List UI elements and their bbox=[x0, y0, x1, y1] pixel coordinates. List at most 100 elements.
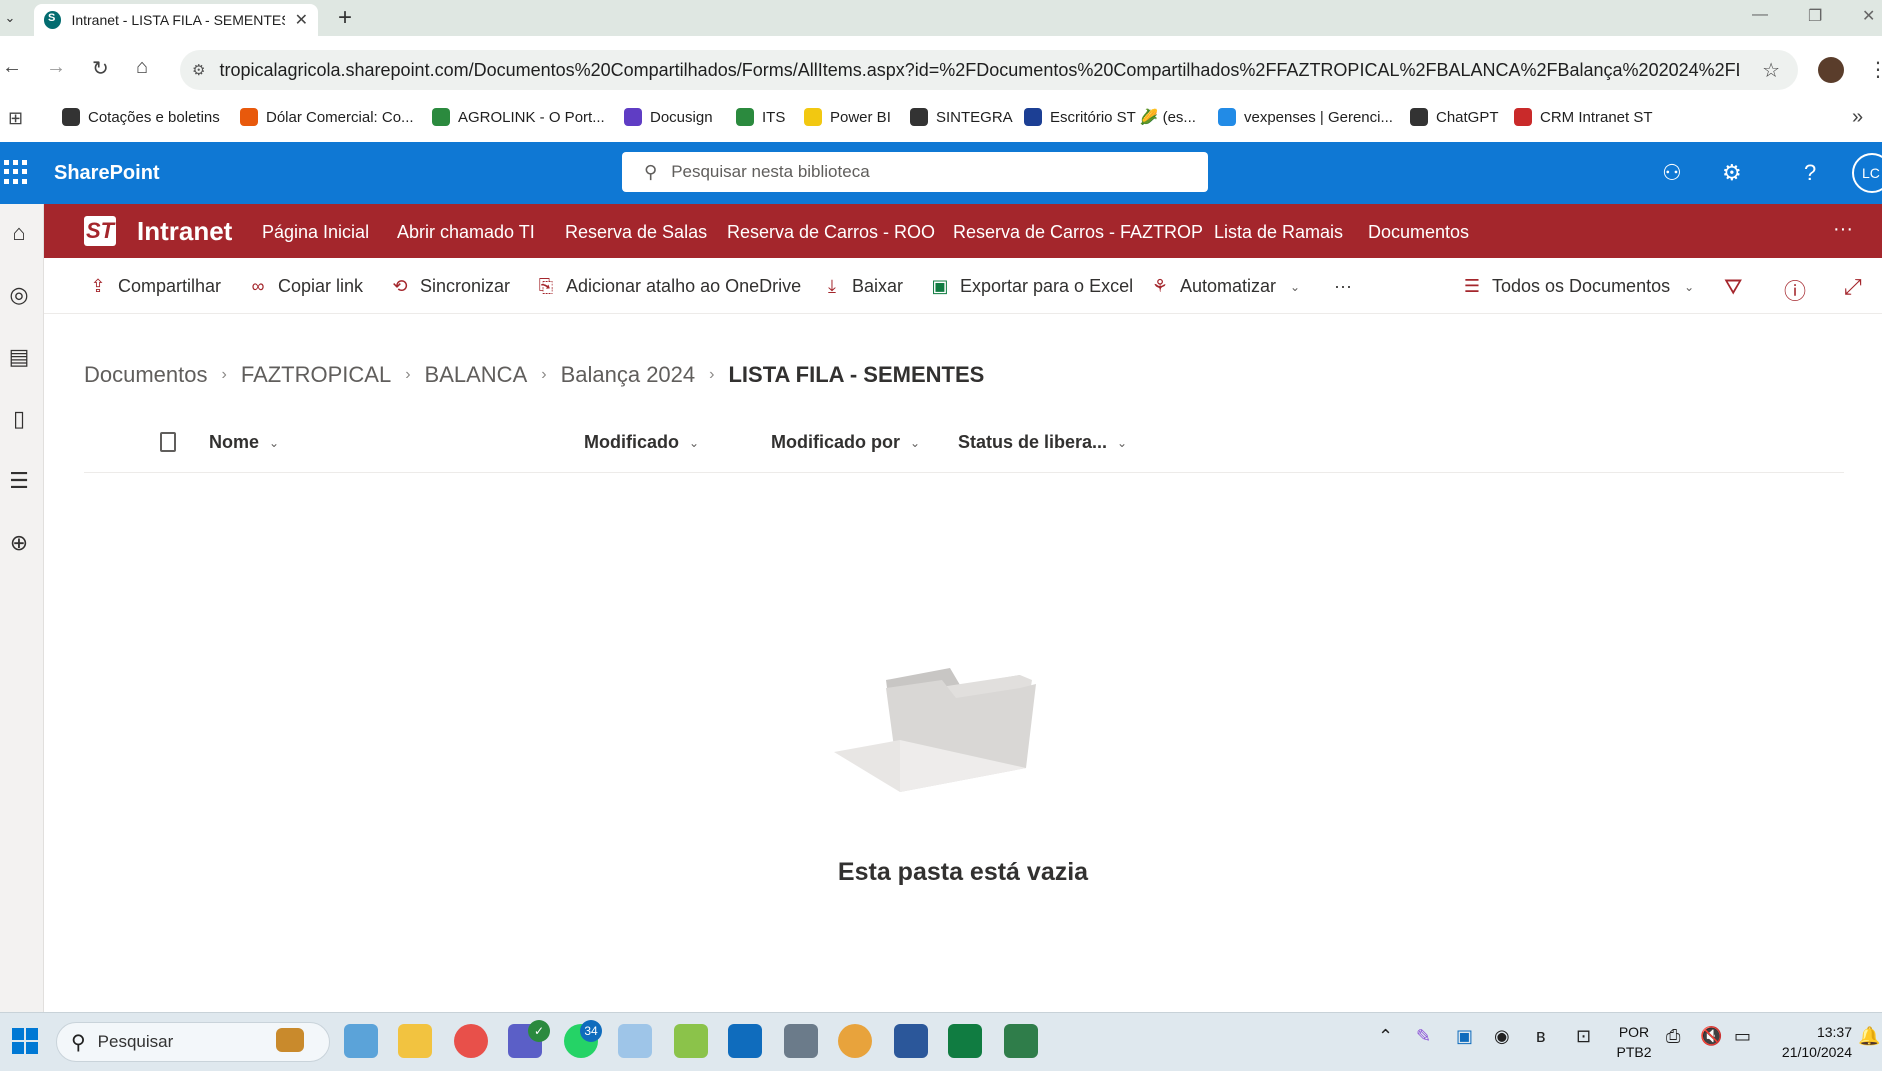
app-name[interactable]: SharePoint bbox=[54, 162, 160, 185]
hub-link-reserva-salas[interactable]: Reserva de Salas bbox=[565, 222, 707, 243]
automate-button[interactable]: ⚘ Automatizar ⌄ bbox=[1150, 276, 1300, 297]
excel-taskbar-icon[interactable] bbox=[948, 1024, 982, 1058]
breadcrumb-item[interactable]: Balança 2024 bbox=[561, 362, 696, 388]
info-icon[interactable]: ⓘ bbox=[1784, 274, 1806, 306]
hub-link-reserva-carros-roo[interactable]: Reserva de Carros - ROO bbox=[727, 222, 935, 243]
volume-muted-icon[interactable]: 🔇 bbox=[1700, 1026, 1722, 1047]
bookmark-item[interactable]: Escritório ST 🌽 (es... bbox=[1024, 108, 1196, 126]
widgets-icon[interactable] bbox=[344, 1024, 378, 1058]
tab-search-chevron-icon[interactable]: ⌄ bbox=[0, 8, 20, 28]
breadcrumb-item[interactable]: FAZTROPICAL bbox=[241, 362, 391, 388]
url-field[interactable]: ⚙ tropicalagricola.sharepoint.com/Docume… bbox=[180, 50, 1798, 90]
app-launcher-icon[interactable] bbox=[4, 160, 28, 184]
bookmark-item[interactable]: SINTEGRA bbox=[910, 108, 1013, 126]
camera-icon[interactable]: ◉ bbox=[1494, 1026, 1510, 1047]
site-info-icon[interactable]: ⚙ bbox=[192, 61, 205, 79]
bookmark-item[interactable]: Power BI bbox=[804, 108, 891, 126]
hub-link-lista-ramais[interactable]: Lista de Ramais bbox=[1214, 222, 1343, 243]
notepad-icon[interactable] bbox=[674, 1024, 708, 1058]
column-header-status[interactable]: Status de libera... ⌄ bbox=[958, 432, 1127, 453]
expand-icon[interactable]: ⤢ bbox=[1844, 274, 1862, 300]
reload-icon[interactable]: ↻ bbox=[92, 56, 109, 81]
add-shortcut-button[interactable]: ⎘ Adicionar atalho ao OneDrive bbox=[536, 276, 801, 297]
sync-button[interactable]: ⟲ Sincronizar bbox=[390, 276, 510, 297]
bookmark-item[interactable]: ChatGPT bbox=[1410, 108, 1499, 126]
calculator-icon[interactable] bbox=[784, 1024, 818, 1058]
language-indicator[interactable]: POR PTB2 bbox=[1616, 1022, 1652, 1062]
forward-icon[interactable]: → bbox=[46, 56, 66, 79]
hub-link-pagina-inicial[interactable]: Página Inicial bbox=[262, 222, 369, 243]
hub-link-reserva-carros-faztrop[interactable]: Reserva de Carros - FAZTROP bbox=[953, 222, 1203, 243]
battery-icon[interactable]: ▭ bbox=[1734, 1026, 1751, 1047]
download-button[interactable]: ⤓ Baixar bbox=[822, 276, 903, 297]
file-type-icon[interactable] bbox=[160, 432, 176, 452]
news-icon[interactable]: ▤ bbox=[4, 344, 34, 370]
settings-gear-icon[interactable]: ⚙ bbox=[1722, 160, 1742, 186]
tab-close-icon[interactable]: ✕ bbox=[295, 10, 308, 30]
start-windows-icon[interactable] bbox=[12, 1028, 38, 1054]
hub-more-icon[interactable]: ··· bbox=[1833, 218, 1853, 241]
column-header-modified-by[interactable]: Modificado por ⌄ bbox=[771, 432, 920, 453]
share-button[interactable]: ⇪ Compartilhar bbox=[88, 276, 221, 297]
site-title[interactable]: Intranet bbox=[137, 216, 232, 247]
breadcrumb-item[interactable]: Documentos bbox=[84, 362, 208, 388]
bookmark-item[interactable]: ITS bbox=[736, 108, 785, 126]
filter-icon[interactable]: ⛛ bbox=[1724, 274, 1742, 300]
column-header-modified[interactable]: Modificado ⌄ bbox=[584, 432, 699, 453]
snipping-tool-icon[interactable] bbox=[618, 1024, 652, 1058]
search-input[interactable]: ⚲ Pesquisar nesta biblioteca bbox=[622, 152, 1208, 192]
files-icon[interactable]: ▯ bbox=[4, 406, 34, 432]
tray-chevron-up-icon[interactable]: ⌃ bbox=[1378, 1026, 1393, 1047]
profile-avatar[interactable] bbox=[1818, 57, 1844, 83]
app-green-icon[interactable] bbox=[1004, 1024, 1038, 1058]
create-plus-icon[interactable]: ⊕ bbox=[4, 530, 34, 556]
new-tab-button[interactable]: + bbox=[338, 4, 352, 32]
bookmark-star-icon[interactable]: ☆ bbox=[1762, 58, 1780, 83]
lists-icon[interactable]: ☰ bbox=[4, 468, 34, 494]
automate-icon: ⚘ bbox=[1151, 276, 1169, 296]
bluetooth-icon[interactable]: ʙ bbox=[1536, 1026, 1546, 1047]
word-icon[interactable] bbox=[894, 1024, 928, 1058]
site-logo[interactable]: ST bbox=[84, 216, 116, 246]
copy-link-button[interactable]: ∞ Copiar link bbox=[248, 276, 363, 297]
bookmark-item[interactable]: Cotações e boletins bbox=[62, 108, 220, 126]
home-rail-icon[interactable]: ⌂ bbox=[4, 220, 34, 246]
bookmark-item[interactable]: Dólar Comercial: Co... bbox=[240, 108, 414, 126]
outlook-icon[interactable] bbox=[728, 1024, 762, 1058]
outlook-tray-icon[interactable]: ▣ bbox=[1456, 1026, 1473, 1047]
file-explorer-icon[interactable] bbox=[398, 1024, 432, 1058]
hub-link-abrir-chamado[interactable]: Abrir chamado TI bbox=[397, 222, 535, 243]
restore-icon[interactable]: ❐ bbox=[1808, 6, 1822, 26]
globe-icon[interactable]: ◎ bbox=[4, 282, 34, 308]
more-commands-button[interactable]: ··· bbox=[1334, 276, 1352, 297]
chrome-icon[interactable] bbox=[838, 1024, 872, 1058]
bookmark-item[interactable]: Docusign bbox=[624, 108, 713, 126]
clock[interactable]: 13:37 21/10/2024 bbox=[1770, 1022, 1852, 1062]
back-icon[interactable]: ← bbox=[2, 56, 22, 79]
apps-grid-icon[interactable]: ⊞ bbox=[8, 108, 23, 129]
bookmark-item[interactable]: AGROLINK - O Port... bbox=[432, 108, 605, 126]
bookmark-item[interactable]: CRM Intranet ST bbox=[1514, 108, 1653, 126]
home-icon[interactable]: ⌂ bbox=[136, 56, 148, 79]
notification-bell-icon[interactable]: 🔔 bbox=[1858, 1026, 1880, 1047]
minimize-icon[interactable]: — bbox=[1752, 6, 1768, 24]
pen-icon[interactable]: ✎ bbox=[1416, 1026, 1431, 1047]
breadcrumb-item[interactable]: BALANCA bbox=[425, 362, 528, 388]
browser-tab[interactable]: Intranet - LISTA FILA - SEMENTES ✕ bbox=[34, 4, 318, 36]
bookmark-item[interactable]: vexpenses | Gerenci... bbox=[1218, 108, 1393, 126]
briefcase-icon[interactable] bbox=[276, 1028, 304, 1052]
hub-link-documentos[interactable]: Documentos bbox=[1368, 222, 1469, 243]
sharepoint-favicon-icon bbox=[44, 11, 62, 29]
lock-icon[interactable]: ⊡ bbox=[1576, 1026, 1591, 1047]
view-selector[interactable]: ☰ Todos os Documentos ⌄ bbox=[1462, 276, 1694, 297]
browser-menu-icon[interactable]: ⋮ bbox=[1868, 57, 1882, 82]
column-header-name[interactable]: Nome ⌄ bbox=[209, 432, 279, 453]
language-bottom: PTB2 bbox=[1616, 1044, 1652, 1060]
app-red-icon[interactable] bbox=[454, 1024, 488, 1058]
network-icon[interactable]: ⎙ bbox=[1666, 1026, 1680, 1047]
bookmarks-overflow-icon[interactable]: » bbox=[1852, 106, 1863, 129]
close-window-icon[interactable]: ✕ bbox=[1862, 6, 1875, 26]
help-icon[interactable]: ? bbox=[1804, 160, 1816, 186]
export-excel-button[interactable]: ▣ Exportar para o Excel bbox=[930, 276, 1133, 297]
communication-icon[interactable]: ⚇ bbox=[1662, 160, 1682, 186]
